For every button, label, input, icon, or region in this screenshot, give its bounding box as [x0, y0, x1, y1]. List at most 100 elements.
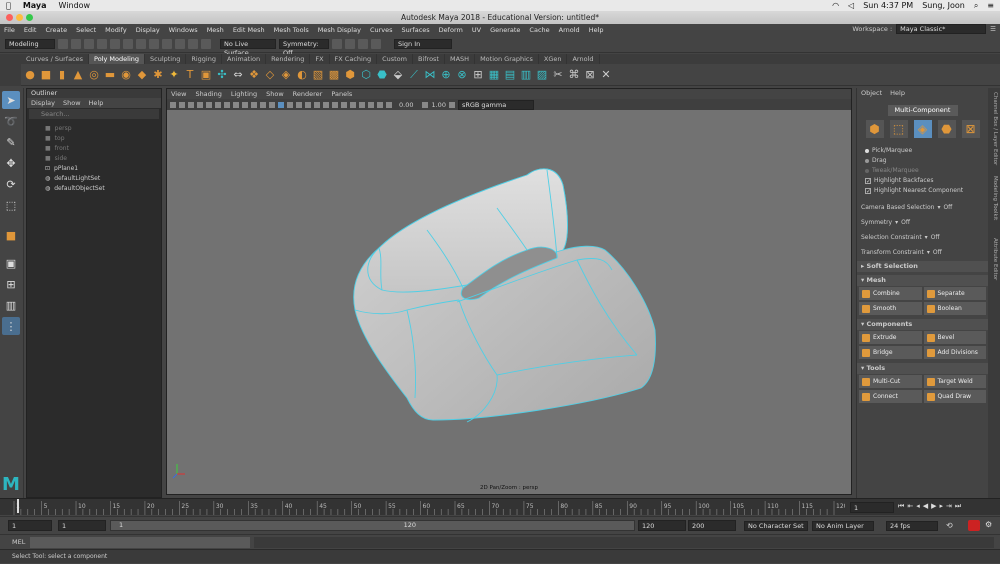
- tab-rendering[interactable]: Rendering: [266, 54, 311, 64]
- two-view-layout-icon[interactable]: ▥: [2, 296, 20, 314]
- outliner-menu-show[interactable]: Show: [63, 98, 81, 108]
- uv-editor-icon[interactable]: ⊠: [583, 68, 597, 82]
- snap-grid-icon[interactable]: [162, 39, 172, 49]
- viewport-menu-show[interactable]: Show: [266, 89, 284, 99]
- single-perspective-layout-icon[interactable]: ▣: [2, 254, 20, 272]
- vertex-mode-icon[interactable]: ⬚: [889, 120, 908, 138]
- menuset-dropdown[interactable]: Modeling: [5, 39, 55, 49]
- step-back-frame-icon[interactable]: ◂: [916, 502, 920, 511]
- volume-icon[interactable]: ◁: [848, 1, 854, 10]
- hypershade-icon[interactable]: [371, 39, 381, 49]
- search-icon[interactable]: ⌕: [974, 1, 978, 11]
- menu-generate[interactable]: Generate: [490, 26, 520, 34]
- scale-tool-icon[interactable]: ⬚: [2, 196, 20, 214]
- multi-cut-button[interactable]: Multi-Cut: [859, 375, 922, 388]
- multi-cut-icon[interactable]: ⟋: [407, 68, 421, 82]
- option-tweak-marquee[interactable]: Tweak/Marquee: [857, 166, 988, 176]
- menu-file[interactable]: File: [4, 26, 15, 34]
- menu-cache[interactable]: Cache: [529, 26, 549, 34]
- tab-custom[interactable]: Custom: [377, 54, 413, 64]
- viewport-menu-view[interactable]: View: [171, 89, 186, 99]
- outliner-layout-icon[interactable]: ⋮: [2, 317, 20, 335]
- viewport-panel[interactable]: View Shading Lighting Show Renderer Pane…: [166, 88, 852, 495]
- viewport-menu-renderer[interactable]: Renderer: [293, 89, 323, 99]
- combine-button[interactable]: Combine: [859, 287, 922, 300]
- step-forward-frame-icon[interactable]: ▸: [939, 502, 943, 511]
- user-name[interactable]: Sung, Joon: [922, 1, 965, 10]
- flat-shade-icon[interactable]: [296, 101, 302, 108]
- play-backward-icon[interactable]: ◀: [923, 502, 928, 511]
- tab-attribute-editor[interactable]: Attribute Editor: [992, 238, 998, 280]
- current-frame-field[interactable]: 1: [850, 502, 894, 513]
- poly-cone-icon[interactable]: ▲: [71, 68, 85, 82]
- xray-joints-icon[interactable]: [377, 101, 383, 108]
- menu-windows[interactable]: Windows: [169, 26, 198, 34]
- mel-label[interactable]: MEL: [12, 538, 25, 546]
- bookmarks-icon[interactable]: [188, 101, 194, 108]
- tab-xgen[interactable]: XGen: [539, 54, 568, 64]
- exposure-field[interactable]: 0.00: [399, 101, 413, 109]
- menu-deform[interactable]: Deform: [439, 26, 463, 34]
- fps-dropdown[interactable]: 24 fps: [886, 521, 938, 531]
- check-highlight-nearest[interactable]: ✓ Highlight Nearest Component: [857, 186, 988, 196]
- loop-icon[interactable]: ⟲: [946, 521, 953, 530]
- image-plane-icon[interactable]: [197, 101, 203, 108]
- undo-icon[interactable]: [97, 39, 107, 49]
- camera-select-icon[interactable]: [170, 101, 176, 108]
- symmetry-dropdown[interactable]: Symmetry: Off: [279, 39, 329, 57]
- outliner-menu-display[interactable]: Display: [31, 98, 55, 108]
- go-to-start-icon[interactable]: ⏮: [898, 502, 904, 511]
- animation-prefs-icon[interactable]: ⚙: [985, 520, 992, 529]
- type-tool-icon[interactable]: T: [183, 68, 197, 82]
- svg-tool-icon[interactable]: ▣: [199, 68, 213, 82]
- viewport-menu-panels[interactable]: Panels: [331, 89, 352, 99]
- workspace-settings-icon[interactable]: ☰: [990, 25, 996, 33]
- go-to-end-icon[interactable]: ⏭: [955, 502, 961, 511]
- tab-motion-graphics[interactable]: Motion Graphics: [475, 54, 539, 64]
- boolean-icon[interactable]: ◐: [295, 68, 309, 82]
- window-menu[interactable]: Window: [59, 1, 91, 10]
- poly-plane-icon[interactable]: ▬: [103, 68, 117, 82]
- bridge-button[interactable]: Bridge: [859, 346, 922, 359]
- tab-fx-caching[interactable]: FX Caching: [330, 54, 378, 64]
- viewport-menu-shading[interactable]: Shading: [195, 89, 221, 99]
- last-tool-icon[interactable]: ■: [2, 226, 20, 244]
- select-object-icon[interactable]: [136, 39, 146, 49]
- setting-symmetry[interactable]: Symmetry ▾ Off: [857, 215, 988, 230]
- outliner-item-pplane1[interactable]: ⊡ pPlane1: [27, 164, 161, 174]
- tab-sculpting[interactable]: Sculpting: [145, 54, 187, 64]
- option-pick-marquee[interactable]: Pick/Marquee: [857, 146, 988, 156]
- tab-fx[interactable]: FX: [310, 54, 330, 64]
- film-gate-icon[interactable]: [233, 101, 239, 108]
- menu-help[interactable]: Help: [589, 26, 604, 34]
- zoom-window-button[interactable]: [26, 14, 33, 21]
- render-icon[interactable]: [332, 39, 342, 49]
- super-shape-icon[interactable]: ✱: [151, 68, 165, 82]
- poly-cube-icon[interactable]: ■: [39, 68, 53, 82]
- target-weld-button[interactable]: Target Weld: [923, 375, 986, 388]
- ambient-occlusion-icon[interactable]: [332, 101, 338, 108]
- menu-edit[interactable]: Edit: [24, 26, 37, 34]
- toolkit-menu-object[interactable]: Object: [861, 88, 882, 99]
- apple-icon[interactable]: : [6, 1, 11, 10]
- separate-button[interactable]: Separate: [923, 287, 986, 300]
- scene-end-field[interactable]: 200: [688, 520, 736, 531]
- grease-pencil-icon[interactable]: [215, 101, 221, 108]
- step-back-key-icon[interactable]: ⇤: [907, 502, 913, 511]
- outliner-item-front[interactable]: ■ front: [27, 144, 161, 154]
- timeline-ruler[interactable]: 1510152025303540455055606570758085909510…: [10, 499, 845, 516]
- option-drag[interactable]: Drag: [857, 156, 988, 166]
- live-surface-field[interactable]: No Live Surface: [220, 39, 276, 57]
- uv-layout-icon[interactable]: ▨: [535, 68, 549, 82]
- colorspace-dropdown[interactable]: sRGB gamma: [457, 99, 534, 110]
- tools-section-header[interactable]: ▾ Tools: [857, 363, 988, 374]
- render-settings-icon[interactable]: [358, 39, 368, 49]
- backface-culling-icon[interactable]: [386, 101, 392, 108]
- step-forward-key-icon[interactable]: ⇥: [946, 502, 952, 511]
- tab-curves-surfaces[interactable]: Curves / Surfaces: [21, 54, 90, 64]
- outliner-menu-help[interactable]: Help: [89, 98, 104, 108]
- smooth-button[interactable]: Smooth: [859, 302, 922, 315]
- select-hierarchy-icon[interactable]: [123, 39, 133, 49]
- select-component-icon[interactable]: [149, 39, 159, 49]
- uv-sew-icon[interactable]: ⌘: [567, 68, 581, 82]
